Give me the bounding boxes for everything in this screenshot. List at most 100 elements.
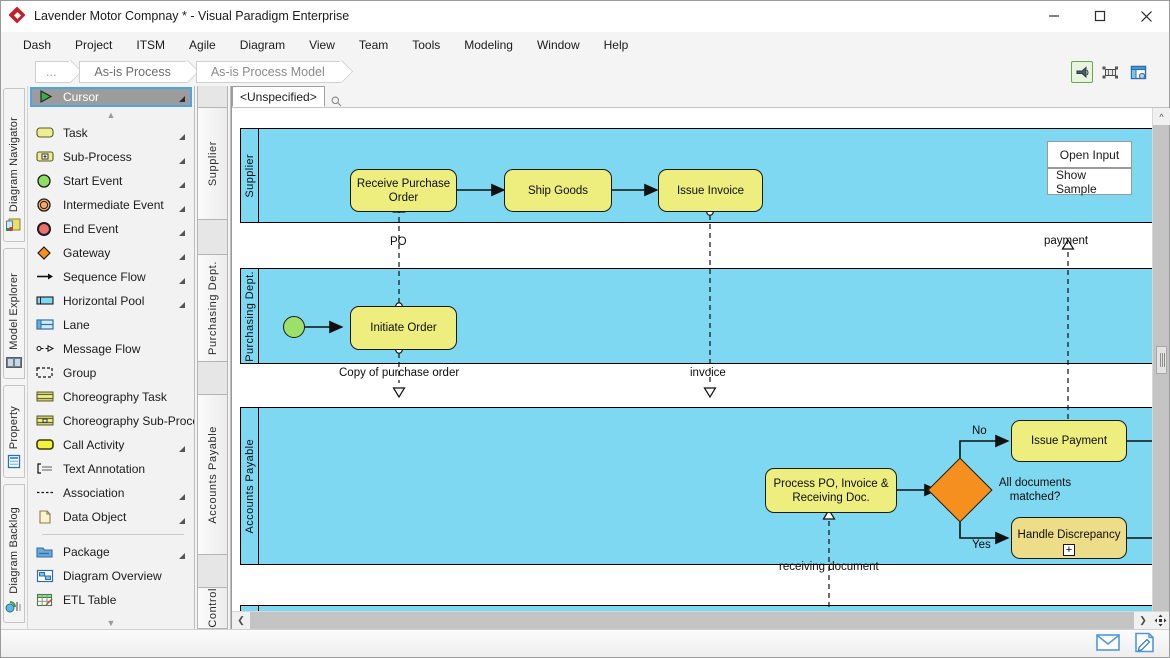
side-tab-property[interactable]: Property: [3, 385, 25, 479]
expand-corner[interactable]: [179, 278, 185, 284]
canvas-tab-row: <Unspecified>: [232, 86, 1169, 108]
menu-item-tools[interactable]: Tools: [400, 34, 452, 56]
palette-item-group[interactable]: Group: [28, 361, 194, 385]
maximize-icon[interactable]: [1077, 0, 1123, 32]
breadcrumb-item-as-is-process-model[interactable]: As-is Process Model: [195, 61, 341, 83]
palette-item-label: ETL Table: [63, 593, 117, 607]
palette-item-horizontal-pool[interactable]: Horizontal Pool: [28, 289, 194, 313]
lane-strip-item-supplier[interactable]: Supplier: [197, 108, 228, 220]
lane-strip-item-accounts-payable[interactable]: Accounts Payable: [197, 395, 228, 555]
palette-item-cursor[interactable]: Cursor: [30, 87, 192, 107]
menu-item-project[interactable]: Project: [63, 34, 124, 56]
expand-corner[interactable]: [179, 134, 185, 140]
palette-item-label: Data Object: [63, 510, 127, 524]
chevron-left-icon[interactable]: ❮: [232, 612, 250, 629]
expand-corner[interactable]: [179, 446, 185, 452]
palette-item-end-event[interactable]: End Event: [28, 217, 194, 241]
note-edit-icon[interactable]: [1134, 632, 1155, 656]
expand-corner[interactable]: [179, 158, 185, 164]
palette-item-association[interactable]: Association: [28, 481, 194, 505]
palette-item-diagram-overview[interactable]: Diagram Overview: [28, 564, 194, 588]
announce-megaphone-icon[interactable]: [1071, 61, 1093, 83]
palette-item-sequence-flow[interactable]: Sequence Flow: [28, 265, 194, 289]
palette-item-label: Message Flow: [63, 342, 141, 356]
expand-corner[interactable]: [179, 206, 185, 212]
task-issue-payment[interactable]: Issue Payment: [1011, 420, 1127, 462]
hscroll-track[interactable]: [250, 612, 1134, 629]
search-icon[interactable]: [325, 96, 348, 107]
expand-corner[interactable]: [179, 230, 185, 236]
close-icon[interactable]: [1123, 0, 1169, 32]
palette-item-message-flow[interactable]: Message Flow: [28, 337, 194, 361]
palette-item-data-object[interactable]: Data Object: [28, 505, 194, 529]
resize-grip-icon[interactable]: [1152, 612, 1169, 629]
hscroll-thumb[interactable]: [250, 612, 1085, 629]
palette-item-text-annotation[interactable]: Text Annotation: [28, 457, 194, 481]
scroll-up-icon[interactable]: ▲: [28, 107, 194, 121]
lane-strip-item-purchasing-dept[interactable]: Purchasing Dept.: [197, 255, 228, 362]
lane-strip-item-control[interactable]: Control: [197, 588, 228, 629]
menu-item-help[interactable]: Help: [592, 34, 641, 56]
minimize-icon[interactable]: [1031, 0, 1077, 32]
palette-item-choreography-task[interactable]: Choreography Task: [28, 385, 194, 409]
open-input-button[interactable]: Open Input: [1047, 141, 1132, 168]
diagram-canvas[interactable]: Supplier Purchasing Dept. Accounts Payab…: [232, 108, 1152, 611]
task-issue-invoice[interactable]: Issue Invoice: [658, 169, 763, 212]
palette-item-task[interactable]: Task: [28, 121, 194, 145]
canvas-horizontal-scrollbar[interactable]: ❮ ❯: [232, 611, 1169, 629]
fit-resize-icon[interactable]: [1099, 61, 1121, 83]
canvas-tab-unspecified[interactable]: <Unspecified>: [232, 86, 325, 107]
toolbar-right: [1071, 61, 1149, 83]
menu-item-itsm[interactable]: ITSM: [124, 34, 177, 56]
side-tab-diagram-backlog[interactable]: Diagram Backlog: [3, 484, 25, 623]
menu-item-dash[interactable]: Dash: [11, 34, 63, 56]
palette-item-intermediate-event[interactable]: Intermediate Event: [28, 193, 194, 217]
palette-item-label: Text Annotation: [63, 462, 146, 476]
palette-item-package[interactable]: Package: [28, 540, 194, 564]
menu-item-view[interactable]: View: [297, 34, 347, 56]
expand-corner[interactable]: [179, 518, 185, 524]
side-tab-model-explorer[interactable]: Model Explorer: [3, 247, 25, 379]
menu-item-team[interactable]: Team: [347, 34, 400, 56]
palette-item-label: Choreography Task: [63, 390, 167, 404]
palette-item-choreography-sub-process[interactable]: Choreography Sub-Process: [28, 409, 194, 433]
expand-corner[interactable]: [179, 96, 185, 102]
show-sample-button[interactable]: Show Sample: [1047, 168, 1132, 196]
canvas-wrap: Supplier Purchasing Dept. Accounts Payab…: [232, 108, 1170, 611]
canvas-vertical-scrollbar[interactable]: ^: [1152, 108, 1170, 611]
panel-layout-icon[interactable]: [1127, 61, 1149, 83]
palette-item-etl-table[interactable]: ETL Table: [28, 588, 194, 612]
group-icon: [36, 366, 54, 380]
expand-corner[interactable]: [179, 553, 185, 559]
menu-item-window[interactable]: Window: [525, 34, 592, 56]
start-event[interactable]: [283, 316, 305, 338]
task-initiate-order[interactable]: Initiate Order: [350, 306, 457, 350]
side-tab-diagram-navigator[interactable]: Diagram Navigator: [3, 88, 25, 242]
menu-item-agile[interactable]: Agile: [177, 34, 228, 56]
chevron-up-icon[interactable]: ^: [1153, 108, 1170, 125]
scroll-down-icon[interactable]: ▼: [28, 615, 194, 629]
window-title: Lavender Motor Compnay * - Visual Paradi…: [34, 9, 350, 23]
mail-envelope-icon[interactable]: [1096, 633, 1120, 654]
menu-item-modeling[interactable]: Modeling: [452, 34, 525, 56]
vscroll-thumb[interactable]: [1156, 346, 1167, 374]
palette-item-label: Call Activity: [63, 438, 125, 452]
expand-corner[interactable]: [179, 182, 185, 188]
task-ship-goods[interactable]: Ship Goods: [504, 169, 612, 212]
task-handle-discrepancy[interactable]: Handle Discrepancy +: [1011, 517, 1127, 559]
expand-corner[interactable]: [179, 302, 185, 308]
expand-corner[interactable]: [179, 254, 185, 260]
message-flow-icon: [36, 342, 55, 356]
palette-item-sub-process[interactable]: Sub-Process: [28, 145, 194, 169]
chevron-right-icon[interactable]: ❯: [1134, 612, 1152, 629]
palette-item-lane[interactable]: Lane: [28, 313, 194, 337]
breadcrumb-item-as-is-process[interactable]: As-is Process: [79, 61, 187, 83]
task-process-po-invoice-receiving-doc[interactable]: Process PO, Invoice & Receiving Doc.: [765, 468, 897, 513]
task-receive-purchase-order[interactable]: Receive Purchase Order: [350, 169, 457, 212]
palette-item-call-activity[interactable]: Call Activity: [28, 433, 194, 457]
breadcrumb-item-root[interactable]: ...: [35, 61, 71, 83]
palette-item-gateway[interactable]: Gateway: [28, 241, 194, 265]
palette-item-start-event[interactable]: Start Event: [28, 169, 194, 193]
menu-item-diagram[interactable]: Diagram: [228, 34, 297, 56]
expand-corner[interactable]: [179, 494, 185, 500]
